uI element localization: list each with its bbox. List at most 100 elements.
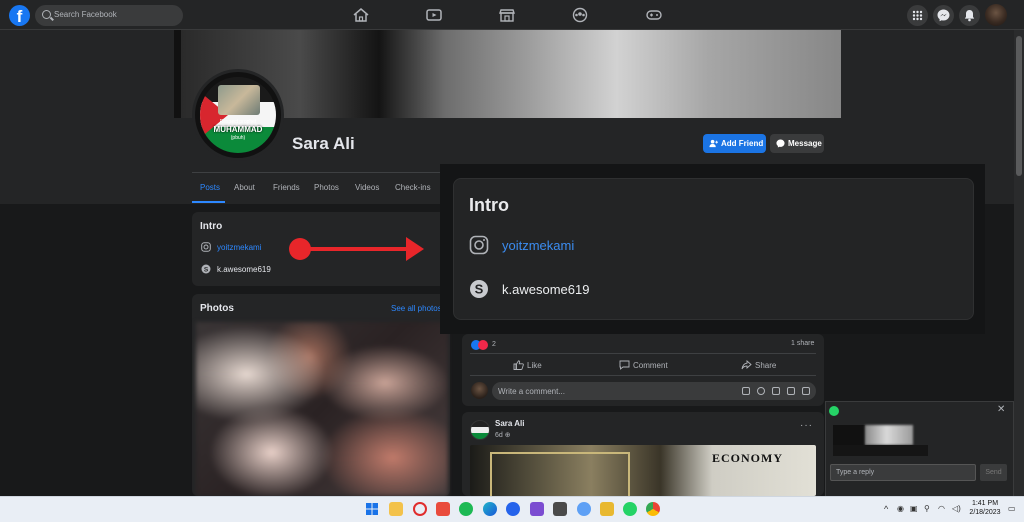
clock-time: 1:41 PM [971,500,999,507]
gif-icon[interactable] [787,387,795,395]
intro-title: Intro [200,221,223,232]
comment-icon [619,360,630,370]
more-options-icon[interactable]: ··· [800,420,813,431]
commenter-avatar[interactable] [471,382,488,399]
system-clock[interactable]: 1:41 PM 2/18/2023 [969,499,1001,517]
svg-text:S: S [204,266,209,273]
folder-icon[interactable] [600,502,614,516]
emoji-icon[interactable] [757,387,765,395]
post-time[interactable]: 6d ⊕ [495,431,511,439]
game-app-icon[interactable] [436,502,450,516]
reply-input[interactable]: Type a reply [830,464,976,481]
messenger-small-icon [776,139,785,148]
add-friend-label: Add Friend [721,139,764,148]
camera-app-icon[interactable] [553,502,567,516]
message-button[interactable]: Message [770,134,824,153]
profile-picture-caption-3: (pbuh) [230,135,246,141]
tab-posts[interactable]: Posts [200,183,220,192]
network-app-icon[interactable]: ▣ [910,504,918,513]
like-label: Like [527,361,542,370]
instagram-link[interactable]: yoitzmekami [217,243,261,252]
see-all-photos-link[interactable]: See all photos [391,304,442,313]
notifications-icon[interactable] [959,5,980,26]
post-author-avatar[interactable] [470,420,490,440]
location-icon[interactable]: ⚲ [924,504,930,513]
whatsapp-icon [829,406,839,416]
scrollbar-thumb[interactable] [1016,36,1022,176]
share-label: Share [755,361,777,370]
zoomed-skype-icon: S [470,280,488,298]
chrome-icon[interactable] [646,502,660,516]
menu-grid-icon[interactable] [907,5,928,26]
notification-center-icon[interactable]: ▭ [1008,504,1016,513]
search-input[interactable]: Search Facebook [54,10,117,19]
gaming-icon[interactable] [645,7,663,23]
home-icon[interactable] [352,7,370,23]
top-navigation-bar: f Search Facebook [0,0,1024,30]
reaction-count: 2 [492,341,496,348]
zoomed-skype-username: k.awesome619 [502,282,590,297]
share-button[interactable]: Share [741,360,777,370]
annotation-arrow-dot [289,238,311,260]
zoomed-instagram-link[interactable]: yoitzmekami [502,238,574,253]
tray-chevron-icon[interactable]: ^ [884,504,888,514]
file-explorer-icon[interactable] [389,502,403,516]
whatsapp-taskbar-icon[interactable] [623,502,637,516]
photos-grid-blurred[interactable] [196,322,448,496]
groups-icon[interactable] [571,7,589,23]
comment-button[interactable]: Comment [619,360,668,370]
camera-icon[interactable] [772,387,780,395]
redacted-contact-name-blur [865,425,913,445]
zoomed-instagram-icon [469,235,489,255]
add-friend-button[interactable]: Add Friend [703,134,766,153]
close-icon[interactable]: ✕ [997,404,1005,415]
comment-input[interactable]: Write a comment... [492,382,816,400]
active-tab-indicator [192,201,225,203]
facebook-logo-icon[interactable]: f [9,5,30,26]
profile-picture-image: Respect prophet MUHAMMAD (pbuh) [200,77,276,153]
photos-title: Photos [200,303,234,314]
photos-app-icon[interactable] [577,502,591,516]
search-bar[interactable]: Search Facebook [35,5,183,26]
post-divider-top [470,353,816,354]
love-reaction-icon [478,340,488,350]
spotify-icon[interactable] [459,502,473,516]
marketplace-icon[interactable] [498,7,516,23]
wifi-icon[interactable]: ◠ [938,504,945,513]
clock-date: 2/18/2023 [969,509,1001,516]
profile-picture[interactable]: Respect prophet MUHAMMAD (pbuh) [192,69,284,161]
tab-check-ins[interactable]: Check-ins [395,183,431,192]
edge-icon[interactable] [483,502,497,516]
like-button[interactable]: Like [513,360,542,370]
share-icon [741,360,752,370]
sticker-icon[interactable] [802,387,810,395]
tab-videos[interactable]: Videos [355,183,379,192]
tab-friends[interactable]: Friends [273,183,300,192]
tab-photos[interactable]: Photos [314,183,339,192]
share-count[interactable]: 1 share [791,340,814,347]
avatar-sticker-icon[interactable] [742,387,750,395]
add-friend-icon [709,139,718,148]
post-divider-bottom [470,375,816,376]
messenger-icon[interactable] [933,5,954,26]
comment-placeholder: Write a comment... [498,387,565,396]
discord-icon[interactable]: ◉ [897,504,904,513]
tasks-app-icon[interactable] [506,502,520,516]
mosque-photo [218,85,260,115]
skype-username: k.awesome619 [217,265,271,274]
volume-icon[interactable]: ◁) [952,504,961,513]
post-image-heading: ECONOMY [712,451,783,465]
redacted-message [833,445,928,456]
teams-app-icon[interactable] [530,502,544,516]
tab-about[interactable]: About [234,183,255,192]
watch-icon[interactable] [425,7,443,23]
annotation-arrow-line [300,247,414,251]
send-button[interactable]: Send [980,464,1007,481]
svg-text:S: S [475,282,484,297]
post-author-name[interactable]: Sara Ali [495,419,525,428]
opera-icon[interactable] [413,502,427,516]
profile-avatar[interactable] [985,4,1007,26]
zoomed-intro-title: Intro [469,195,509,215]
skype-icon: S [201,264,211,274]
windows-start-icon[interactable] [365,502,379,516]
